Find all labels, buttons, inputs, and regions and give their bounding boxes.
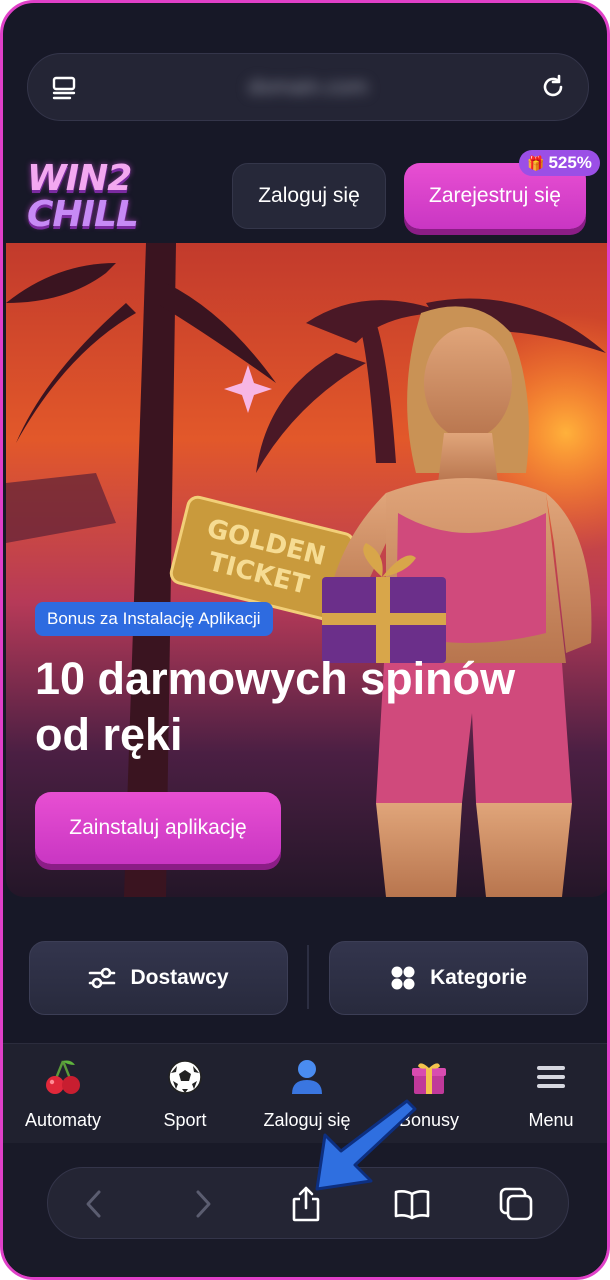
nav-label-menu: Menu	[528, 1110, 574, 1130]
nav-item-sport[interactable]: Sport	[125, 1056, 245, 1131]
logo-line-1: WIN2	[27, 158, 132, 199]
forward-button[interactable]	[183, 1184, 223, 1224]
nav-label-slots: Automaty	[24, 1110, 102, 1130]
headline-line-1: 10 darmowych spinów	[35, 653, 516, 704]
login-button[interactable]: Zaloguj się	[232, 163, 386, 229]
install-app-button[interactable]: Zainstaluj aplikację	[35, 792, 281, 864]
providers-button[interactable]: Dostawcy	[29, 941, 288, 1015]
gift-icon: 🎁	[527, 154, 545, 171]
logo-line-2: CHILL	[27, 194, 139, 235]
providers-label: Dostawcy	[130, 966, 229, 989]
browser-toolbar	[3, 1143, 607, 1277]
tabs-icon	[499, 1187, 533, 1221]
address-bar[interactable]: domain.com	[27, 53, 589, 121]
chevron-left-icon	[86, 1190, 101, 1218]
pointer-arrow-icon	[315, 1099, 417, 1191]
site-logo[interactable]: WIN2 CHILL	[27, 161, 157, 237]
hero-headline: 10 darmowych spinów od ręki	[35, 651, 595, 763]
url-text[interactable]: domain.com	[178, 74, 438, 102]
promo-badge: Bonus za Instalację Aplikacji	[35, 602, 273, 636]
categories-button[interactable]: Kategorie	[329, 941, 588, 1015]
phone-frame: domain.com WIN2 CHILL Zaloguj się Zareje…	[0, 0, 610, 1280]
back-button[interactable]	[74, 1184, 114, 1224]
soccer-ball-icon	[168, 1060, 202, 1094]
cherries-icon	[46, 1060, 80, 1094]
tabs-button[interactable]	[496, 1184, 536, 1224]
reload-icon[interactable]	[538, 72, 568, 102]
browser-toolbar-pill	[47, 1167, 569, 1239]
chevron-right-icon	[196, 1190, 211, 1218]
filter-divider	[307, 945, 309, 1009]
categories-label: Kategorie	[430, 966, 527, 989]
grid-dots-icon	[391, 966, 415, 990]
nav-label-sport: Sport	[163, 1110, 207, 1130]
page-menu-icon[interactable]	[50, 74, 78, 102]
bottom-navigation: Automaty Sport Zaloguj się Bonusy Menu	[3, 1043, 607, 1143]
nav-item-menu[interactable]: Menu	[491, 1056, 607, 1131]
headline-line-2: od ręki	[35, 709, 183, 760]
menu-icon	[537, 1066, 565, 1088]
bonus-badge: 🎁 525%	[519, 150, 600, 176]
nav-item-slots[interactable]: Automaty	[3, 1056, 123, 1131]
bonus-badge-text: 525%	[548, 153, 592, 172]
sliders-icon	[89, 967, 116, 989]
hero-banner[interactable]: GOLDEN TICKET Bonus za Instalację Aplika…	[6, 243, 607, 897]
user-icon	[292, 1060, 322, 1094]
gift-icon	[412, 1063, 446, 1094]
